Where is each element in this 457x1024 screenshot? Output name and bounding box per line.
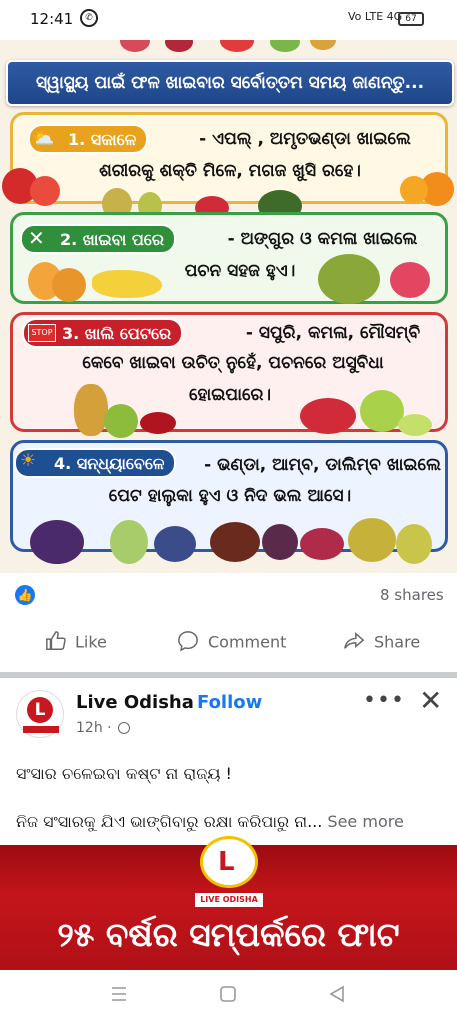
- thumbs-up-icon: [45, 630, 67, 656]
- whatsapp-icon: ✆: [80, 9, 98, 27]
- close-icon[interactable]: ✕: [419, 684, 442, 717]
- section-after-meal-text-2: ପଚନ ସହଜ ହୁଏ।: [184, 261, 296, 281]
- section-evening-label: 4. ସନ୍ଧ୍ୟାବେଳେ: [14, 448, 177, 478]
- post-caption-line-1: ସଂସାର ଚଳେଇବା କଷ୍ଟ ନା ରାଜ୍ୟ !: [16, 764, 232, 783]
- section-morning-text-2: ଶରୀରକୁ ଶକ୍ତି ମିଳେ, ମଗଜ ଖୁସି ରହେ।: [99, 161, 361, 181]
- guava-image: [110, 520, 148, 564]
- comment-button[interactable]: Comment: [176, 630, 286, 660]
- page-name[interactable]: Live Odisha: [76, 692, 194, 713]
- live-odisha-logo-large: L: [200, 836, 258, 888]
- share-label: Share: [374, 632, 421, 652]
- see-more-link[interactable]: See more: [322, 812, 403, 831]
- post-time-text: 12h ·: [76, 720, 112, 736]
- lime-slice-image: [398, 414, 432, 436]
- lychee-image: [390, 262, 430, 298]
- logo-letter: L: [218, 847, 235, 877]
- comment-icon: [176, 630, 200, 656]
- follow-button[interactable]: Follow: [197, 692, 262, 713]
- passion-fruit-image: [262, 524, 298, 560]
- pear-image-3: [396, 524, 432, 564]
- shares-count[interactable]: 8 shares: [380, 586, 444, 604]
- fork-knife-icon: ✕: [28, 226, 45, 250]
- sun-cloud-icon: ⛅: [32, 128, 55, 149]
- share-icon: [342, 630, 366, 656]
- network-indicator: Vo LTE 4G: [348, 10, 403, 23]
- status-bar: 12:41 ✆ Vo LTE 4G 67: [0, 0, 457, 40]
- logo-subtext-bar: [23, 726, 59, 733]
- jackfruit-image: [318, 254, 380, 304]
- recent-apps-icon[interactable]: [110, 984, 128, 1008]
- orange-image-2: [400, 176, 428, 204]
- post-caption-line-2: ନିଜ ସଂସାରକୁ ଯିଏ ଭାଙ୍ଗିବାରୁ ରକ୍ଷା କରିପାରୁ…: [16, 812, 404, 832]
- jackfruit-slice-image: [348, 518, 396, 562]
- battery-icon: 67: [398, 12, 424, 26]
- blueberries-image: [154, 526, 196, 562]
- globe-icon: [118, 722, 131, 734]
- pineapple-image: [74, 384, 108, 436]
- berries-image: [300, 528, 344, 560]
- stop-icon: STOP: [28, 324, 56, 342]
- name-separator: ·: [187, 692, 193, 713]
- live-odisha-logo-text: LIVE ODISHA: [195, 893, 263, 907]
- post-divider: [0, 672, 457, 678]
- mango-image-2: [52, 268, 86, 302]
- status-time: 12:41: [30, 10, 74, 28]
- share-button[interactable]: Share: [342, 630, 420, 660]
- kiwi-image: [104, 404, 138, 438]
- cherry-image: [140, 412, 176, 434]
- more-options-button[interactable]: •••: [363, 688, 405, 713]
- section-morning-text-1: - ଏପଲ୍ , ଅମୃତଭଣ୍ଡା ଖାଇଲେ: [199, 129, 411, 149]
- section-empty-stomach-text-2: କେବେ ଖାଇବା ଉଚିତ୍ ନୁହେଁ, ପଚନରେ ଅସୁବିଧା: [82, 353, 384, 373]
- section-evening-text-2: ପେଟ ହାଲୁକା ହୁଏ ଓ ନିଦ ଭଲ ଆସେ।: [108, 486, 352, 506]
- banana-image: [92, 270, 162, 298]
- strawberries-image: [300, 398, 356, 434]
- post-time: 12h ·: [76, 720, 131, 736]
- section-empty-stomach-text-1: - ସପୁରି, କମଳା, ମୌସମ୍ବି: [245, 323, 421, 343]
- like-label: Like: [75, 632, 107, 652]
- post-image-banner: ସ୍ୱାସ୍ଥ୍ୟ ପାଇଁ ଫଳ ଖାଇବାର ସର୍ବୋତ୍ତମ ସମୟ ଜ…: [6, 60, 454, 106]
- like-reaction-icon[interactable]: 👍: [15, 585, 35, 605]
- avatar[interactable]: L: [16, 690, 64, 738]
- like-button[interactable]: Like: [45, 630, 107, 660]
- sunset-icon: ☀: [20, 450, 37, 471]
- apple-slice-image: [30, 176, 60, 206]
- section-after-meal-text-1: - ଅଙ୍ଗୁର ଓ କମଳା ଖାଇଲେ: [227, 229, 418, 249]
- section-evening-text-1: - ଭଣ୍ଡା, ଆମ୍ବ, ଡାଲିମ୍ବ ଖାଇଲେ: [204, 455, 441, 475]
- post-caption-text: ନିଜ ସଂସାରକୁ ଯିଏ ଭାଙ୍ଗିବାରୁ ରକ୍ଷା କରିପାରୁ…: [16, 812, 323, 831]
- dates-image: [210, 522, 260, 562]
- home-icon[interactable]: [219, 984, 237, 1008]
- comment-label: Comment: [208, 632, 287, 652]
- post-image-headline: ୨୫ ବର୍ଷର ସମ୍ପର୍କରେ ଫାଟ: [57, 915, 400, 954]
- grapes-image: [30, 520, 84, 564]
- back-icon[interactable]: [328, 984, 346, 1008]
- live-odisha-logo: L: [27, 697, 53, 723]
- section-empty-stomach-text-3: ହୋଇପାରେ।: [188, 385, 272, 405]
